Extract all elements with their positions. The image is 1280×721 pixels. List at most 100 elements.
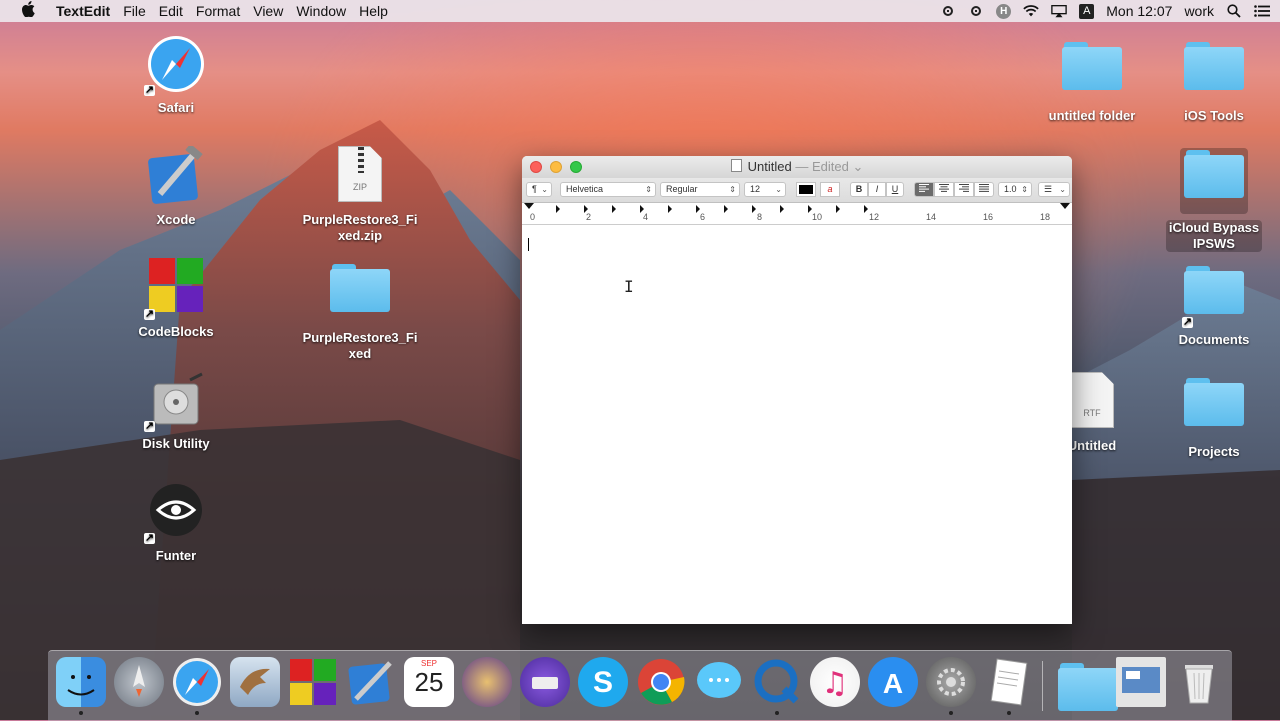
desktop-icon-folder-purplerestore[interactable]: PurpleRestore3_Fixed <box>300 256 420 362</box>
line-spacing-select[interactable]: 1.0 ⇕ <box>998 182 1032 197</box>
align-left-button[interactable] <box>914 182 934 197</box>
folder-icon: ↗ <box>1182 266 1244 328</box>
folder-icon <box>330 264 390 324</box>
desktop-icon-icloud-bypass[interactable]: iCloud Bypass IPSWS <box>1154 140 1274 252</box>
tab-stop <box>836 205 840 213</box>
bold-button[interactable]: B <box>850 182 868 197</box>
itunes-icon[interactable]: ♫ <box>810 657 860 707</box>
font-style-select[interactable]: Regular ⇕ <box>660 182 740 197</box>
folder-icon <box>1180 148 1248 214</box>
blender-icon[interactable] <box>462 657 512 707</box>
tab-stop <box>724 205 728 213</box>
folder-icon <box>1184 42 1244 102</box>
text-color-well[interactable] <box>796 182 816 197</box>
tab-stop <box>864 205 868 213</box>
quicktime-icon[interactable] <box>752 657 802 715</box>
desktop-icon-zip[interactable]: ZIP PurpleRestore3_Fixed.zip <box>300 144 420 244</box>
desktop-icon-codeblocks[interactable]: ↗ CodeBlocks <box>116 258 236 340</box>
ruler-number: 12 <box>869 212 880 222</box>
codeblocks-icon: ↗ <box>144 258 206 320</box>
right-indent-marker[interactable] <box>1060 203 1070 209</box>
tab-stop <box>556 205 560 213</box>
desktop-icon-label: iOS Tools <box>1184 108 1244 123</box>
apple-menu-icon[interactable] <box>0 1 56 21</box>
dock: SEP 25 S ♫ A <box>48 650 1232 721</box>
window-title[interactable]: Untitled — Edited ⌄ <box>522 159 1072 175</box>
window-title-text: Untitled <box>747 159 792 174</box>
desktop-icon-label: PurpleRestore3_Fixed <box>302 330 418 361</box>
align-center-button[interactable] <box>934 182 954 197</box>
desktop-icon-label: Funter <box>155 548 197 563</box>
calendar-icon[interactable]: SEP 25 <box>404 657 454 707</box>
desktop-icon-label: Safari <box>157 100 195 115</box>
font-family-select[interactable]: Helvetica ⇕ <box>560 182 656 197</box>
wifi-icon[interactable] <box>1023 3 1039 19</box>
italic-button[interactable]: I <box>868 182 886 197</box>
menu-help[interactable]: Help <box>359 3 399 19</box>
font-size-select[interactable]: 12 ⌄ <box>744 182 786 197</box>
desktop-icon-label: Documents <box>1178 332 1250 347</box>
menu-file[interactable]: File <box>123 3 157 19</box>
textedit-icon[interactable] <box>984 657 1034 715</box>
window-titlebar[interactable]: Untitled — Edited ⌄ <box>522 156 1072 178</box>
system-preferences-icon[interactable] <box>926 657 976 715</box>
record-icon[interactable] <box>940 3 956 19</box>
desktop-icon-disk-utility[interactable]: ↗ Disk Utility <box>116 370 236 452</box>
tab-stop <box>752 205 756 213</box>
dock-separator <box>1042 661 1043 711</box>
xcode-icon <box>146 143 206 206</box>
menu-format[interactable]: Format <box>196 3 251 19</box>
trash-icon[interactable] <box>1174 657 1224 707</box>
input-source-icon[interactable]: A <box>1079 3 1095 19</box>
skype-icon[interactable]: S <box>578 657 628 707</box>
paragraph-styles-button[interactable]: ¶ ⌄ <box>526 182 552 197</box>
align-justify-button[interactable] <box>974 182 994 197</box>
desktop-icon-funter[interactable]: ↗ Funter <box>116 482 236 564</box>
ruler-number: 0 <box>530 212 536 222</box>
text-caret <box>528 238 529 251</box>
desktop-icon-untitled-folder[interactable]: untitled folder <box>1032 34 1152 124</box>
desktop-icon-safari[interactable]: ↗ Safari <box>116 34 236 116</box>
desktop-icon-projects[interactable]: Projects <box>1154 370 1274 460</box>
align-right-button[interactable] <box>954 182 974 197</box>
record-icon[interactable] <box>968 3 984 19</box>
desktop-icon-ios-tools[interactable]: iOS Tools <box>1154 34 1274 124</box>
downloads-icon[interactable] <box>1058 657 1118 711</box>
desktop-icon-xcode[interactable]: Xcode <box>116 143 236 228</box>
menu-user[interactable]: work <box>1184 3 1214 19</box>
ruler[interactable]: 0 2 4 6 8 10 12 14 16 18 <box>522 203 1072 225</box>
svg-text:S: S <box>593 666 613 699</box>
h-icon[interactable]: H <box>996 3 1012 19</box>
codeblocks-icon[interactable] <box>288 657 338 707</box>
messages-icon[interactable] <box>694 657 744 707</box>
menu-view[interactable]: View <box>253 3 294 19</box>
disk-icon[interactable] <box>520 657 570 707</box>
svg-text:♫: ♫ <box>822 666 849 701</box>
launchpad-icon[interactable] <box>114 657 164 707</box>
ibeam-cursor-icon: I <box>624 277 634 296</box>
underline-button[interactable]: U <box>886 182 904 197</box>
mail-icon[interactable] <box>230 657 280 707</box>
menu-app-name[interactable]: TextEdit <box>56 3 121 19</box>
spotlight-icon[interactable] <box>1226 3 1242 19</box>
preview-icon[interactable] <box>1116 657 1166 707</box>
xcode-icon[interactable] <box>346 657 396 707</box>
desktop-icon-documents[interactable]: ↗ Documents <box>1154 258 1274 348</box>
first-line-indent-marker[interactable] <box>524 203 534 209</box>
menu-bar: TextEdit File Edit Format View Window He… <box>0 0 1280 22</box>
chevron-down-icon[interactable]: ⌄ <box>852 159 863 174</box>
menu-clock[interactable]: Mon 12:07 <box>1106 3 1172 19</box>
desktop-icon-label: iCloud Bypass IPSWS <box>1166 220 1262 252</box>
highlight-color-well[interactable]: a <box>820 182 840 197</box>
safari-icon[interactable] <box>172 657 222 715</box>
list-bullets-button[interactable]: ☰ ⌄ <box>1038 182 1070 197</box>
text-editor-area[interactable]: I <box>522 235 1072 624</box>
airplay-icon[interactable] <box>1051 3 1068 19</box>
notification-center-icon[interactable] <box>1254 3 1270 19</box>
finder-icon[interactable] <box>56 657 106 715</box>
menu-edit[interactable]: Edit <box>159 3 194 19</box>
zip-file-icon: ZIP <box>330 146 390 206</box>
app-store-icon[interactable]: A <box>868 657 918 707</box>
menu-window[interactable]: Window <box>296 3 357 19</box>
chrome-icon[interactable] <box>636 657 686 707</box>
